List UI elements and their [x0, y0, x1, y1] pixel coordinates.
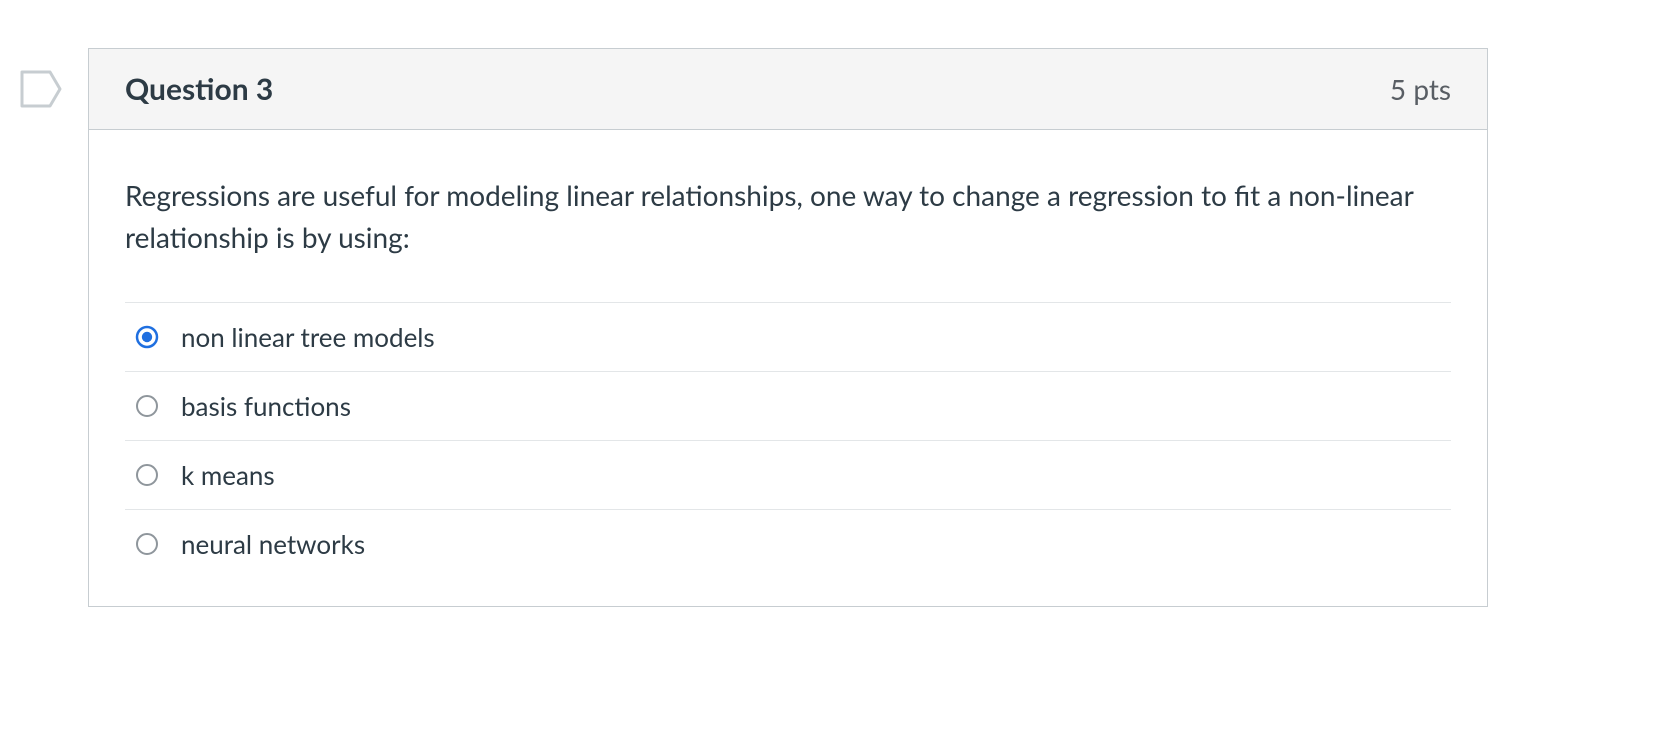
- answer-option-label: k means: [181, 459, 275, 491]
- radio-unselected-icon: [135, 394, 159, 418]
- radio-selected-icon: [135, 325, 159, 349]
- radio-unselected-icon: [135, 532, 159, 556]
- answer-option-label: neural networks: [181, 528, 365, 560]
- bookmark-flag-icon[interactable]: [20, 70, 64, 108]
- answer-option[interactable]: non linear tree models: [125, 303, 1451, 372]
- answer-option[interactable]: neural networks: [125, 510, 1451, 578]
- answer-options: non linear tree models basis functions: [125, 302, 1451, 578]
- question-card: Question 3 5 pts Regressions are useful …: [88, 48, 1488, 607]
- question-body: Regressions are useful for modeling line…: [89, 130, 1487, 606]
- question-points: 5 pts: [1390, 72, 1451, 106]
- answer-option-label: basis functions: [181, 390, 351, 422]
- answer-option[interactable]: basis functions: [125, 372, 1451, 441]
- radio-unselected-icon: [135, 463, 159, 487]
- quiz-page: Question 3 5 pts Regressions are useful …: [0, 0, 1678, 748]
- question-title: Question 3: [125, 71, 273, 107]
- answer-option-label: non linear tree models: [181, 321, 435, 353]
- question-prompt: Regressions are useful for modeling line…: [125, 174, 1451, 258]
- question-header: Question 3 5 pts: [89, 49, 1487, 130]
- answer-option[interactable]: k means: [125, 441, 1451, 510]
